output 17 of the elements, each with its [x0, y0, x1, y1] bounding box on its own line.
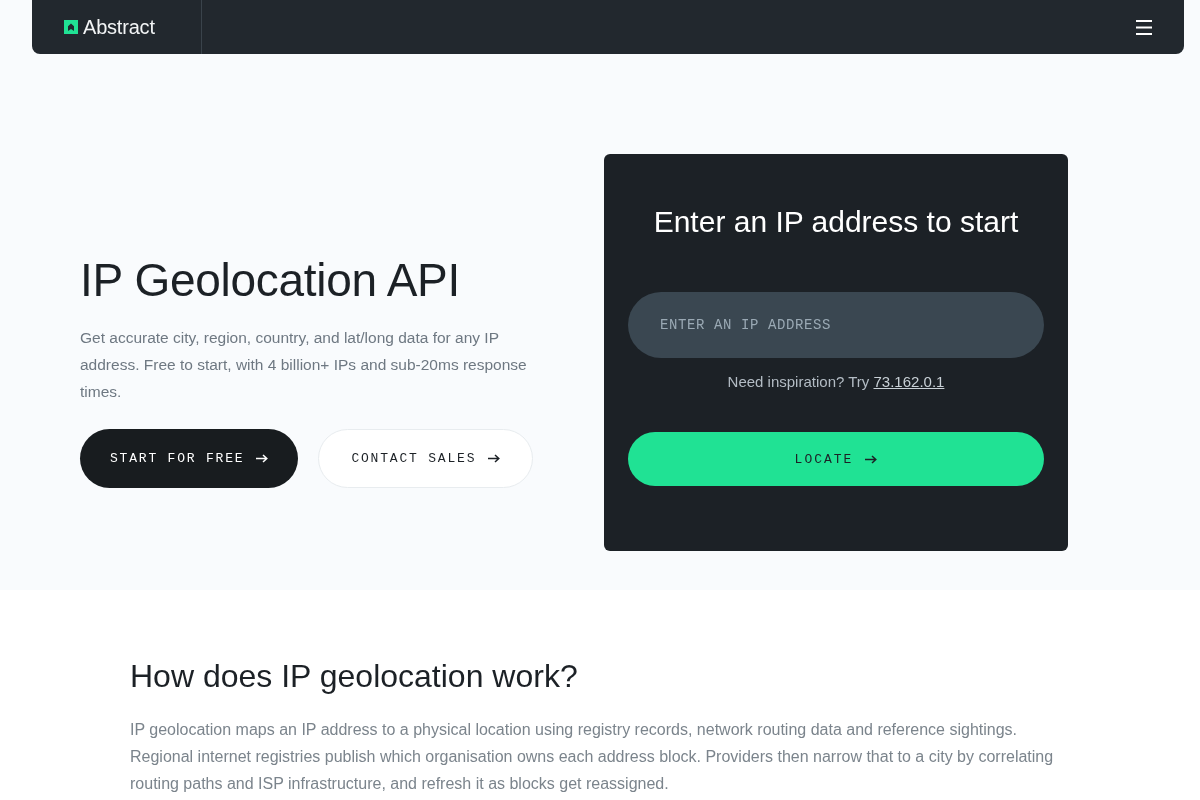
hero-description: Get accurate city, region, country, and lat/long data for any IP address. Free to start, with 4 billion+ IPs and sub-20ms response times.	[80, 328, 528, 402]
arrow-right-icon	[865, 454, 878, 464]
logo-icon	[64, 20, 78, 34]
hero-title: IP Geolocation API	[80, 254, 461, 306]
card-title: Enter an IP address to start	[652, 204, 1020, 240]
arrow-right-icon	[256, 454, 269, 463]
arrow-right-icon	[488, 454, 501, 463]
section-heading: How does IP geolocation work?	[130, 657, 579, 696]
locate-button[interactable]: LOCATE	[628, 432, 1044, 486]
start-free-button[interactable]: START FOR FREE	[80, 429, 299, 488]
inspiration-hint: Need inspiration? Try 73.162.0.1	[726, 372, 946, 392]
example-ip-link[interactable]: 73.162.0.1	[873, 373, 945, 390]
ip-address-input[interactable]: ENTER AN IP ADDRESS	[628, 292, 1044, 358]
contact-sales-button[interactable]: CONTACT SALES	[318, 429, 534, 488]
section-paragraph: IP geolocation maps an IP address to a physical location using registry records, network routing data and reference sightings. Regional internet registries publish which organisation owns each address block. Providers then narrow that to a city by correlating routing paths and ISP infrastructure, and refresh it as blocks get reassigned.	[130, 720, 1055, 794]
menu-icon[interactable]	[1136, 19, 1152, 35]
logo-link[interactable]: Abstract	[64, 15, 155, 39]
